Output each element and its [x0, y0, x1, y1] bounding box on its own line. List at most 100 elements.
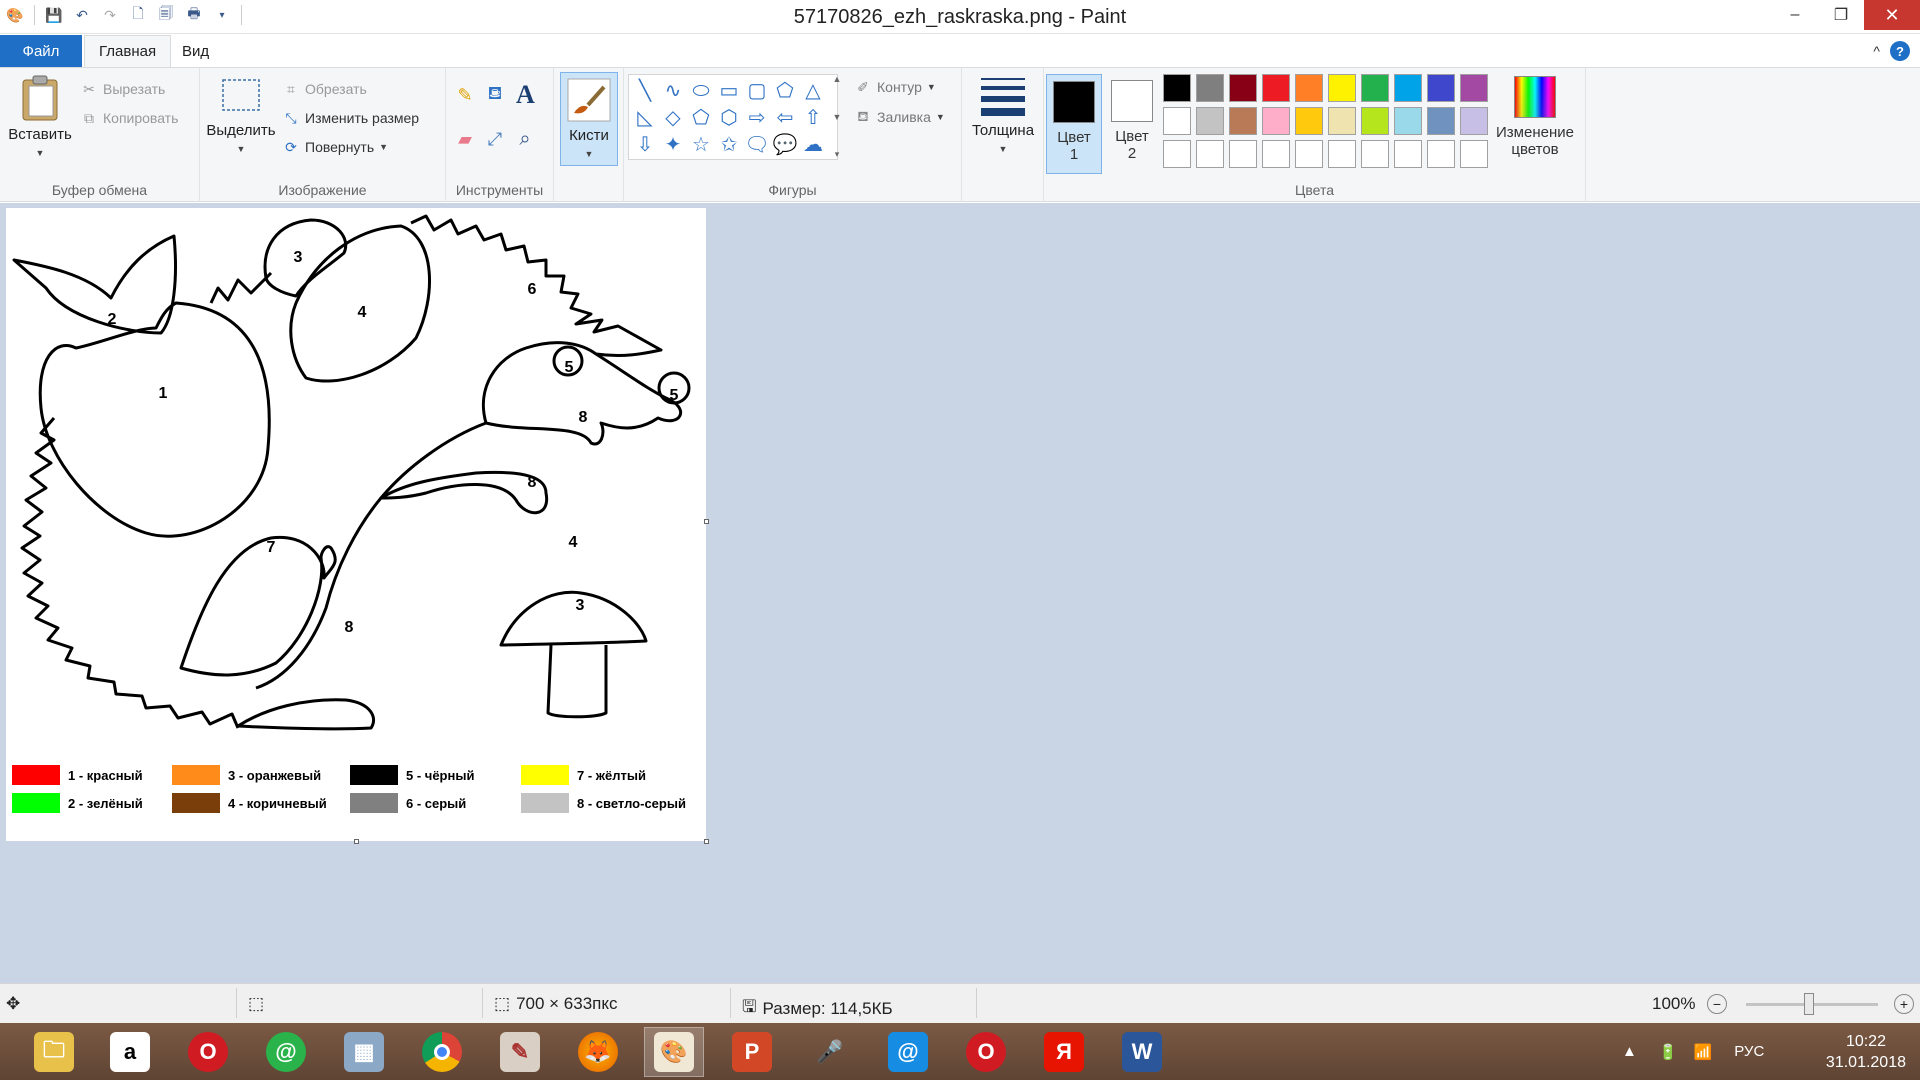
- zoom-out-button[interactable]: −: [1707, 994, 1727, 1014]
- power-icon[interactable]: 🔋: [1659, 1043, 1678, 1061]
- shape-1-icon[interactable]: ∿: [659, 77, 687, 104]
- tab-home[interactable]: Главная: [84, 35, 172, 67]
- shape-20-icon[interactable]: ☁: [799, 131, 827, 158]
- palette-color-15[interactable]: [1328, 107, 1356, 135]
- taskbar-notepad[interactable]: ✎: [490, 1027, 550, 1077]
- palette-color-1[interactable]: [1196, 74, 1224, 102]
- shape-0-icon[interactable]: ╲: [631, 77, 659, 104]
- palette-color-14[interactable]: [1295, 107, 1323, 135]
- shape-4-icon[interactable]: ▢: [743, 77, 771, 104]
- color-picker-icon[interactable]: ⤢: [486, 129, 504, 149]
- palette-color-2[interactable]: [1229, 74, 1257, 102]
- palette-color-26[interactable]: [1361, 140, 1389, 168]
- shape-6-icon[interactable]: △: [799, 77, 827, 104]
- signal-icon[interactable]: 📶: [1694, 1043, 1713, 1061]
- taskbar-paint[interactable]: 🎨: [644, 1027, 704, 1077]
- maximize-button[interactable]: ❐: [1818, 0, 1864, 30]
- palette-color-6[interactable]: [1361, 74, 1389, 102]
- pencil-icon[interactable]: ✎: [456, 85, 474, 105]
- palette-color-19[interactable]: [1460, 107, 1488, 135]
- palette-color-27[interactable]: [1394, 140, 1422, 168]
- palette-color-17[interactable]: [1394, 107, 1422, 135]
- paste-button[interactable]: Вставить ▼: [6, 74, 74, 160]
- palette-color-23[interactable]: [1262, 140, 1290, 168]
- palette-color-7[interactable]: [1394, 74, 1422, 102]
- shape-8-icon[interactable]: ◇: [659, 104, 687, 131]
- shape-18-icon[interactable]: 🗨: [743, 131, 771, 158]
- shape-19-icon[interactable]: 💬: [771, 131, 799, 158]
- shape-9-icon[interactable]: ⬠: [687, 104, 715, 131]
- shape-5-icon[interactable]: ⬠: [771, 77, 799, 104]
- palette-color-22[interactable]: [1229, 140, 1257, 168]
- taskbar-opera[interactable]: O: [178, 1027, 238, 1077]
- shape-10-icon[interactable]: ⬡: [715, 104, 743, 131]
- palette-color-21[interactable]: [1196, 140, 1224, 168]
- palette-color-5[interactable]: [1328, 74, 1356, 102]
- tab-view[interactable]: Вид: [168, 35, 223, 67]
- shape-15-icon[interactable]: ✦: [659, 131, 687, 158]
- scroll-down-icon[interactable]: ▼: [833, 112, 842, 122]
- show-hidden-icons-icon[interactable]: ▲: [1622, 1043, 1637, 1060]
- palette-color-25[interactable]: [1328, 140, 1356, 168]
- color-2-button[interactable]: Цвет 2: [1104, 74, 1160, 174]
- outline-button[interactable]: ✐ Контур ▼: [854, 78, 936, 96]
- scroll-up-icon[interactable]: ▲: [833, 74, 842, 84]
- palette-color-18[interactable]: [1427, 107, 1455, 135]
- palette-color-24[interactable]: [1295, 140, 1323, 168]
- shape-16-icon[interactable]: ☆: [687, 131, 715, 158]
- palette-color-11[interactable]: [1196, 107, 1224, 135]
- palette-color-13[interactable]: [1262, 107, 1290, 135]
- shape-13-icon[interactable]: ⇧: [799, 104, 827, 131]
- language-indicator[interactable]: РУС: [1734, 1043, 1764, 1060]
- help-icon[interactable]: ?: [1890, 41, 1910, 61]
- zoom-slider-thumb[interactable]: [1804, 993, 1814, 1015]
- shape-2-icon[interactable]: ⬭: [687, 77, 715, 104]
- taskbar-amazon[interactable]: a: [100, 1027, 160, 1077]
- resize-handle-right[interactable]: [704, 519, 709, 524]
- select-button[interactable]: Выделить ▼: [204, 74, 278, 156]
- shapes-gallery-scroll[interactable]: ▲ ▼ ▾: [830, 74, 844, 160]
- resize-handle-corner[interactable]: [704, 839, 709, 844]
- taskbar-chrome[interactable]: [412, 1027, 472, 1077]
- eraser-icon[interactable]: ▰: [456, 129, 474, 149]
- collapse-ribbon-icon[interactable]: ^: [1873, 43, 1880, 59]
- shape-3-icon[interactable]: ▭: [715, 77, 743, 104]
- taskbar-yandex[interactable]: Я: [1034, 1027, 1094, 1077]
- palette-color-12[interactable]: [1229, 107, 1257, 135]
- color-1-button[interactable]: Цвет 1: [1046, 74, 1102, 174]
- palette-color-29[interactable]: [1460, 140, 1488, 168]
- clock[interactable]: 10:22 31.01.2018: [1826, 1031, 1906, 1073]
- fill-bucket-icon[interactable]: ⛾: [486, 83, 504, 104]
- taskbar-powerpoint[interactable]: P: [722, 1027, 782, 1077]
- palette-color-0[interactable]: [1163, 74, 1191, 102]
- taskbar-firefox[interactable]: 🦊: [568, 1027, 628, 1077]
- tab-file[interactable]: Файл: [0, 35, 82, 67]
- edit-colors-button[interactable]: Изменение цветов: [1492, 76, 1578, 158]
- resize-handle-bottom[interactable]: [354, 839, 359, 844]
- minimize-button[interactable]: –: [1772, 0, 1818, 30]
- taskbar-mailru-agent[interactable]: @: [256, 1027, 316, 1077]
- rotate-button[interactable]: ⟳ Повернуть ▼: [282, 138, 388, 156]
- shape-12-icon[interactable]: ⇦: [771, 104, 799, 131]
- magnifier-icon[interactable]: ⌕: [516, 128, 534, 150]
- crop-button[interactable]: ⌗ Обрезать: [282, 80, 367, 98]
- taskbar-microphone[interactable]: 🎤: [800, 1027, 860, 1077]
- zoom-in-button[interactable]: +: [1894, 994, 1914, 1014]
- taskbar-opera-2[interactable]: O: [956, 1027, 1016, 1077]
- text-tool-icon[interactable]: A: [516, 80, 535, 110]
- palette-color-4[interactable]: [1295, 74, 1323, 102]
- expand-gallery-icon[interactable]: ▾: [835, 149, 840, 160]
- palette-color-8[interactable]: [1427, 74, 1455, 102]
- resize-button[interactable]: ⤡ Изменить размер: [282, 109, 419, 127]
- palette-color-20[interactable]: [1163, 140, 1191, 168]
- copy-button[interactable]: ⧉ Копировать: [80, 109, 178, 127]
- shape-7-icon[interactable]: ◺: [631, 104, 659, 131]
- shape-11-icon[interactable]: ⇨: [743, 104, 771, 131]
- palette-color-28[interactable]: [1427, 140, 1455, 168]
- close-button[interactable]: ✕: [1864, 0, 1920, 30]
- palette-color-9[interactable]: [1460, 74, 1488, 102]
- brushes-button[interactable]: Кисти ▼: [560, 72, 618, 166]
- drawing-canvas[interactable]: 2 3 4 6 1 5 5 8 8 4 7 3 8 1 - красный 3 - оранжевый 5 …: [6, 208, 706, 841]
- taskbar-mailru[interactable]: @: [878, 1027, 938, 1077]
- fill-button[interactable]: ⛾ Заливка ▼: [854, 108, 945, 126]
